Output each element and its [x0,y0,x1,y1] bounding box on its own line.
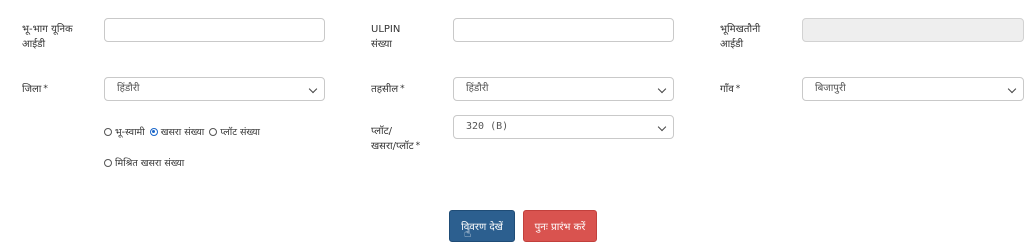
tehsil-label: तहसील * [371,84,405,95]
radio-plot-number[interactable]: प्लॉट संख्या [209,125,260,138]
chevron-down-icon [657,122,667,132]
radio-circle-icon [104,127,112,136]
village-select[interactable]: बिजापुरी [802,77,1024,101]
radio-khasra-number[interactable]: खसरा संख्या [149,125,204,138]
radio-checked-icon [149,127,158,136]
radio-mixed-khasra-number[interactable]: मिश्रित खसरा संख्या [104,156,184,169]
plot-khasra-select[interactable]: 320 (B) [453,115,674,139]
radio-circle-icon [209,127,218,136]
plot-khasra-label: प्लॉट/ खसरा/प्लॉट * [371,126,421,152]
hand-cursor-icon: ☝ [464,226,472,240]
radio-owner[interactable]: भू-स्वामी [104,125,145,138]
village-label: गाँव * [720,84,741,95]
land-record-id-label: भूमिखतौनी आईडी [720,24,761,50]
reset-button[interactable]: पुनः प्रारंभ करें [523,210,597,242]
search-by-radio-group: भू-स्वामी खसरा संख्या प्लॉट संख्या [104,125,265,138]
ulpin-label: ULPIN संख्या [371,24,401,50]
chevron-down-icon [657,84,667,94]
view-details-button[interactable]: विवरण देखें [449,210,515,242]
radio-circle-icon [104,158,112,167]
district-select[interactable]: हिंडौरी [104,77,325,101]
land-record-id-input [802,18,1024,42]
district-label: जिला * [22,84,48,95]
ulpin-input[interactable] [453,18,674,42]
chevron-down-icon [308,84,318,94]
tehsil-select[interactable]: हिंडौरी [453,77,674,101]
plot-unique-id-input[interactable] [104,18,325,42]
plot-unique-id-label: भू-भाग यूनिक आईडी [22,24,73,50]
chevron-down-icon [1007,84,1017,94]
